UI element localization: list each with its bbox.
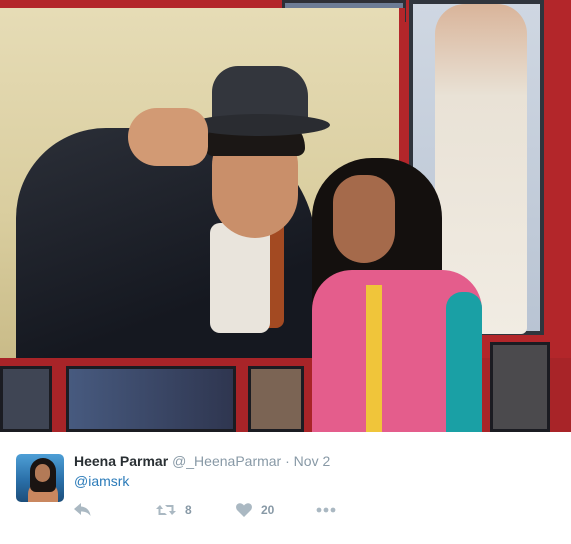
wall-frame bbox=[490, 342, 550, 432]
display-name[interactable]: Heena Parmar bbox=[74, 453, 168, 469]
tweet-actions: 8 20 bbox=[74, 500, 374, 520]
mention-link[interactable]: @iamsrk bbox=[74, 473, 129, 489]
tweet-card: Heena Parmar @_HeenaParmar · Nov 2 @iams… bbox=[0, 432, 571, 544]
tweet-text: @iamsrk bbox=[74, 472, 129, 490]
tweet-header: Heena Parmar @_HeenaParmar · Nov 2 bbox=[74, 452, 330, 470]
like-button[interactable]: 20 bbox=[236, 500, 274, 520]
reply-icon bbox=[74, 503, 91, 517]
separator: · bbox=[285, 453, 290, 469]
wall-frame bbox=[0, 366, 52, 432]
heart-icon bbox=[236, 503, 252, 517]
retweet-count: 8 bbox=[185, 503, 192, 517]
more-button[interactable] bbox=[316, 500, 336, 520]
retweet-icon bbox=[156, 503, 176, 517]
like-count: 20 bbox=[261, 503, 275, 517]
more-icon bbox=[316, 507, 336, 513]
wall-frame bbox=[248, 366, 304, 432]
reply-button[interactable] bbox=[74, 500, 91, 520]
retweet-button[interactable]: 8 bbox=[156, 500, 192, 520]
screen-name[interactable]: @_HeenaParmar bbox=[172, 453, 281, 469]
tweet-photo[interactable] bbox=[0, 0, 571, 432]
wall-frame bbox=[66, 366, 236, 432]
avatar[interactable] bbox=[16, 454, 64, 502]
timestamp[interactable]: Nov 2 bbox=[294, 453, 331, 469]
